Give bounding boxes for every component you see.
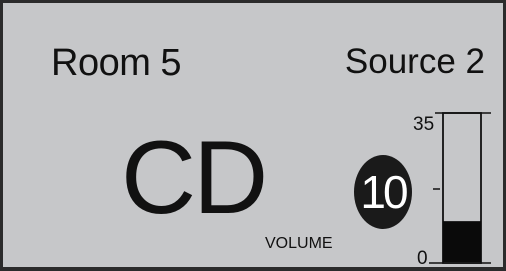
source-number-label: Source 2 (344, 42, 485, 81)
volume-meter: 35 0 (413, 107, 503, 267)
volume-value-badge: 10 (354, 155, 412, 229)
volume-label: VOLUME (265, 235, 333, 252)
room-display-screen: Room 5 Source 2 CD VOLUME 10 35 0 (0, 0, 506, 271)
volume-meter-graphic (429, 112, 491, 264)
volume-value: 10 (360, 166, 408, 218)
room-title: Room 5 (51, 42, 182, 84)
meter-level-fill (443, 221, 481, 262)
current-source-name: CD (121, 120, 268, 236)
